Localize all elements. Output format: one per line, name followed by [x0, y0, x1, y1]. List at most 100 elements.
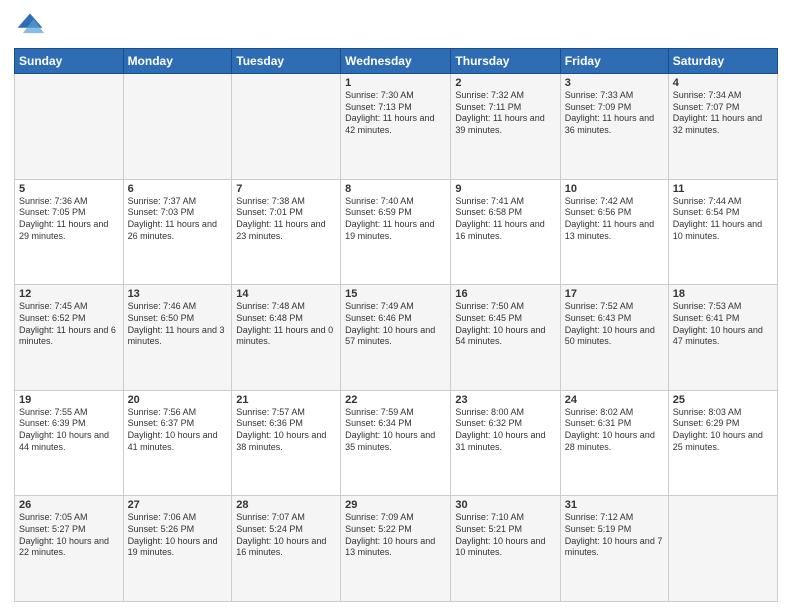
day-number: 13 — [128, 288, 228, 300]
day-info: Sunrise: 7:06 AMSunset: 5:26 PMDaylight:… — [128, 512, 228, 559]
weekday-header-monday: Monday — [123, 49, 232, 74]
calendar-week-4: 19Sunrise: 7:55 AMSunset: 6:39 PMDayligh… — [15, 390, 778, 496]
calendar-cell: 20Sunrise: 7:56 AMSunset: 6:37 PMDayligh… — [123, 390, 232, 496]
day-number: 19 — [19, 394, 119, 406]
day-number: 18 — [673, 288, 773, 300]
calendar-cell: 15Sunrise: 7:49 AMSunset: 6:46 PMDayligh… — [341, 285, 451, 391]
weekday-header-sunday: Sunday — [15, 49, 124, 74]
day-info: Sunrise: 7:49 AMSunset: 6:46 PMDaylight:… — [345, 301, 446, 348]
day-number: 29 — [345, 499, 446, 511]
day-info: Sunrise: 7:40 AMSunset: 6:59 PMDaylight:… — [345, 196, 446, 243]
day-info: Sunrise: 7:57 AMSunset: 6:36 PMDaylight:… — [236, 407, 336, 454]
calendar-cell: 8Sunrise: 7:40 AMSunset: 6:59 PMDaylight… — [341, 179, 451, 285]
day-info: Sunrise: 7:56 AMSunset: 6:37 PMDaylight:… — [128, 407, 228, 454]
calendar-cell: 25Sunrise: 8:03 AMSunset: 6:29 PMDayligh… — [668, 390, 777, 496]
calendar-week-3: 12Sunrise: 7:45 AMSunset: 6:52 PMDayligh… — [15, 285, 778, 391]
calendar-cell: 13Sunrise: 7:46 AMSunset: 6:50 PMDayligh… — [123, 285, 232, 391]
calendar-cell: 11Sunrise: 7:44 AMSunset: 6:54 PMDayligh… — [668, 179, 777, 285]
day-info: Sunrise: 7:30 AMSunset: 7:13 PMDaylight:… — [345, 90, 446, 137]
weekday-header-saturday: Saturday — [668, 49, 777, 74]
day-number: 24 — [565, 394, 664, 406]
calendar-week-1: 1Sunrise: 7:30 AMSunset: 7:13 PMDaylight… — [15, 74, 778, 180]
day-number: 11 — [673, 183, 773, 195]
day-number: 6 — [128, 183, 228, 195]
day-info: Sunrise: 7:42 AMSunset: 6:56 PMDaylight:… — [565, 196, 664, 243]
calendar-cell: 31Sunrise: 7:12 AMSunset: 5:19 PMDayligh… — [560, 496, 668, 602]
day-number: 15 — [345, 288, 446, 300]
calendar-cell: 14Sunrise: 7:48 AMSunset: 6:48 PMDayligh… — [232, 285, 341, 391]
day-number: 4 — [673, 77, 773, 89]
day-info: Sunrise: 7:07 AMSunset: 5:24 PMDaylight:… — [236, 512, 336, 559]
day-info: Sunrise: 7:05 AMSunset: 5:27 PMDaylight:… — [19, 512, 119, 559]
calendar-cell: 27Sunrise: 7:06 AMSunset: 5:26 PMDayligh… — [123, 496, 232, 602]
calendar-cell: 2Sunrise: 7:32 AMSunset: 7:11 PMDaylight… — [451, 74, 560, 180]
day-number: 27 — [128, 499, 228, 511]
logo — [14, 10, 50, 42]
day-number: 14 — [236, 288, 336, 300]
page: SundayMondayTuesdayWednesdayThursdayFrid… — [0, 0, 792, 612]
calendar-cell: 10Sunrise: 7:42 AMSunset: 6:56 PMDayligh… — [560, 179, 668, 285]
day-info: Sunrise: 7:36 AMSunset: 7:05 PMDaylight:… — [19, 196, 119, 243]
calendar-cell — [123, 74, 232, 180]
calendar-cell: 28Sunrise: 7:07 AMSunset: 5:24 PMDayligh… — [232, 496, 341, 602]
day-number: 5 — [19, 183, 119, 195]
weekday-header-thursday: Thursday — [451, 49, 560, 74]
calendar-cell: 6Sunrise: 7:37 AMSunset: 7:03 PMDaylight… — [123, 179, 232, 285]
calendar-cell: 23Sunrise: 8:00 AMSunset: 6:32 PMDayligh… — [451, 390, 560, 496]
calendar-cell — [668, 496, 777, 602]
day-number: 22 — [345, 394, 446, 406]
day-info: Sunrise: 7:50 AMSunset: 6:45 PMDaylight:… — [455, 301, 555, 348]
weekday-header-wednesday: Wednesday — [341, 49, 451, 74]
calendar-week-2: 5Sunrise: 7:36 AMSunset: 7:05 PMDaylight… — [15, 179, 778, 285]
day-info: Sunrise: 7:55 AMSunset: 6:39 PMDaylight:… — [19, 407, 119, 454]
calendar-cell: 16Sunrise: 7:50 AMSunset: 6:45 PMDayligh… — [451, 285, 560, 391]
calendar-cell: 1Sunrise: 7:30 AMSunset: 7:13 PMDaylight… — [341, 74, 451, 180]
calendar-cell: 3Sunrise: 7:33 AMSunset: 7:09 PMDaylight… — [560, 74, 668, 180]
calendar-cell: 12Sunrise: 7:45 AMSunset: 6:52 PMDayligh… — [15, 285, 124, 391]
day-info: Sunrise: 7:37 AMSunset: 7:03 PMDaylight:… — [128, 196, 228, 243]
day-info: Sunrise: 8:03 AMSunset: 6:29 PMDaylight:… — [673, 407, 773, 454]
day-info: Sunrise: 7:38 AMSunset: 7:01 PMDaylight:… — [236, 196, 336, 243]
day-number: 17 — [565, 288, 664, 300]
calendar-cell: 24Sunrise: 8:02 AMSunset: 6:31 PMDayligh… — [560, 390, 668, 496]
day-number: 31 — [565, 499, 664, 511]
weekday-header-tuesday: Tuesday — [232, 49, 341, 74]
calendar-cell: 19Sunrise: 7:55 AMSunset: 6:39 PMDayligh… — [15, 390, 124, 496]
day-info: Sunrise: 7:12 AMSunset: 5:19 PMDaylight:… — [565, 512, 664, 559]
day-number: 12 — [19, 288, 119, 300]
day-number: 23 — [455, 394, 555, 406]
calendar-cell — [15, 74, 124, 180]
day-number: 1 — [345, 77, 446, 89]
day-info: Sunrise: 7:59 AMSunset: 6:34 PMDaylight:… — [345, 407, 446, 454]
calendar-cell: 17Sunrise: 7:52 AMSunset: 6:43 PMDayligh… — [560, 285, 668, 391]
day-info: Sunrise: 7:53 AMSunset: 6:41 PMDaylight:… — [673, 301, 773, 348]
day-number: 21 — [236, 394, 336, 406]
day-info: Sunrise: 7:33 AMSunset: 7:09 PMDaylight:… — [565, 90, 664, 137]
header — [14, 10, 778, 42]
day-info: Sunrise: 7:46 AMSunset: 6:50 PMDaylight:… — [128, 301, 228, 348]
calendar-cell: 26Sunrise: 7:05 AMSunset: 5:27 PMDayligh… — [15, 496, 124, 602]
calendar-cell: 30Sunrise: 7:10 AMSunset: 5:21 PMDayligh… — [451, 496, 560, 602]
day-info: Sunrise: 8:02 AMSunset: 6:31 PMDaylight:… — [565, 407, 664, 454]
day-info: Sunrise: 7:44 AMSunset: 6:54 PMDaylight:… — [673, 196, 773, 243]
calendar-cell: 18Sunrise: 7:53 AMSunset: 6:41 PMDayligh… — [668, 285, 777, 391]
calendar-cell: 22Sunrise: 7:59 AMSunset: 6:34 PMDayligh… — [341, 390, 451, 496]
day-info: Sunrise: 7:45 AMSunset: 6:52 PMDaylight:… — [19, 301, 119, 348]
day-number: 8 — [345, 183, 446, 195]
calendar-table: SundayMondayTuesdayWednesdayThursdayFrid… — [14, 48, 778, 602]
day-info: Sunrise: 7:48 AMSunset: 6:48 PMDaylight:… — [236, 301, 336, 348]
day-info: Sunrise: 7:52 AMSunset: 6:43 PMDaylight:… — [565, 301, 664, 348]
day-info: Sunrise: 7:32 AMSunset: 7:11 PMDaylight:… — [455, 90, 555, 137]
day-number: 7 — [236, 183, 336, 195]
logo-icon — [14, 10, 46, 42]
calendar-week-5: 26Sunrise: 7:05 AMSunset: 5:27 PMDayligh… — [15, 496, 778, 602]
day-number: 30 — [455, 499, 555, 511]
calendar-cell — [232, 74, 341, 180]
calendar-cell: 9Sunrise: 7:41 AMSunset: 6:58 PMDaylight… — [451, 179, 560, 285]
day-number: 28 — [236, 499, 336, 511]
day-number: 26 — [19, 499, 119, 511]
day-number: 10 — [565, 183, 664, 195]
day-number: 25 — [673, 394, 773, 406]
day-number: 9 — [455, 183, 555, 195]
day-number: 20 — [128, 394, 228, 406]
